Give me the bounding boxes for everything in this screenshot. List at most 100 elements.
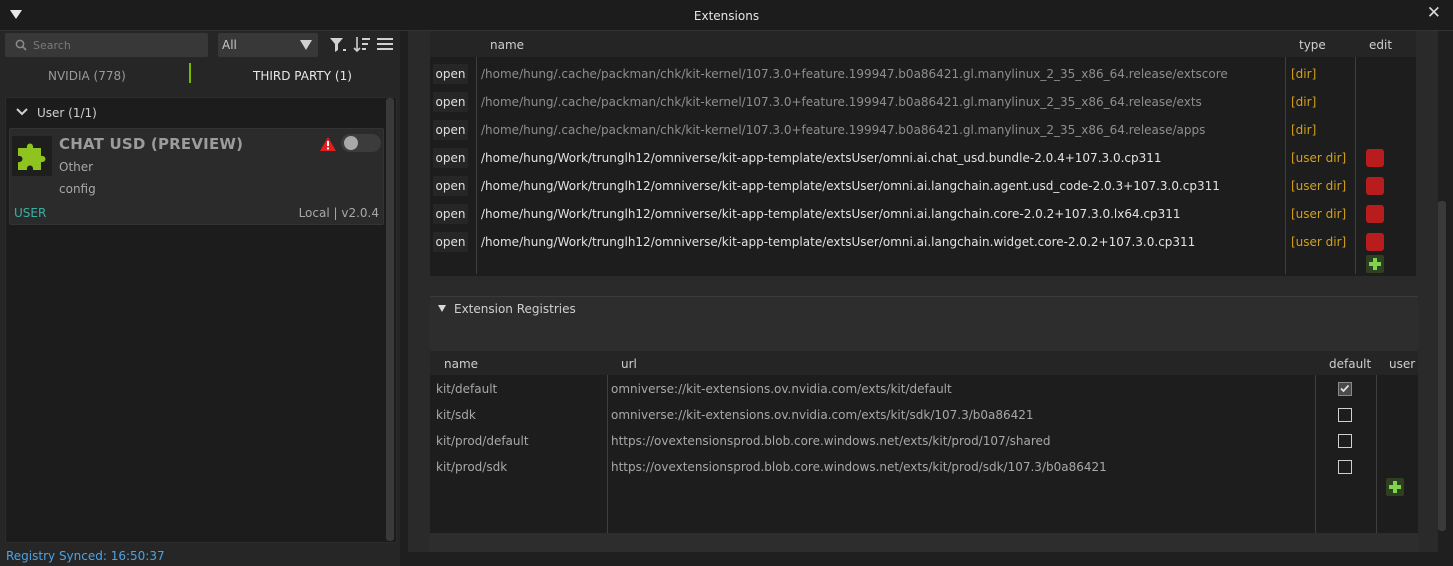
col-url: url — [621, 357, 637, 371]
add-path-button[interactable] — [1366, 255, 1384, 273]
extension-registries-section: Extension Registries name url default us… — [430, 296, 1418, 552]
default-checkbox[interactable] — [1338, 408, 1352, 422]
settings-scrollbar[interactable] — [1438, 201, 1446, 531]
col-type: type — [1299, 38, 1326, 52]
path-text: /home/hung/Work/trunglh12/omniverse/kit-… — [481, 179, 1220, 193]
extension-list-scrollbar[interactable] — [386, 98, 394, 541]
path-text: /home/hung/Work/trunglh12/omniverse/kit-… — [481, 151, 1162, 165]
window-title: Extensions — [693, 9, 760, 23]
registry-row: kit/sdk omniverse://kit-extensions.ov.nvi… — [430, 403, 1418, 429]
extension-category: Other — [59, 160, 94, 174]
paths-table-header: name type edit — [430, 31, 1416, 57]
sort-icon[interactable] — [353, 36, 371, 54]
default-checkbox[interactable] — [1338, 460, 1352, 474]
path-type: [dir] — [1291, 95, 1317, 109]
registry-url: omniverse://kit-extensions.ov.nvidia.com… — [611, 382, 952, 396]
path-text: /home/hung/.cache/packman/chk/kit-kernel… — [481, 123, 1206, 137]
extension-subtitle: config — [59, 182, 96, 196]
path-type: [dir] — [1291, 123, 1317, 137]
registry-name: kit/sdk — [436, 408, 476, 422]
extension-card[interactable]: CHAT USD (PREVIEW) Other config USER Loc… — [9, 128, 384, 225]
open-path-button[interactable]: open — [433, 120, 468, 140]
group-header-user[interactable]: User (1/1) — [10, 101, 384, 125]
collapse-triangle-icon[interactable] — [438, 305, 446, 312]
open-path-button[interactable]: open — [433, 148, 468, 168]
open-path-button[interactable]: open — [433, 232, 468, 252]
source-tabs: NVIDIA (778) THIRD PARTY (1) — [0, 61, 400, 89]
puzzle-icon — [18, 143, 46, 170]
tab-third-party[interactable]: THIRD PARTY (1) — [253, 69, 352, 83]
group-label: User (1/1) — [37, 106, 97, 120]
enable-toggle[interactable] — [341, 134, 381, 152]
registry-url: omniverse://kit-extensions.ov.nvidia.com… — [611, 408, 1034, 422]
registry-row: kit/prod/default https://ovextensionsprod… — [430, 429, 1418, 455]
path-text: /home/hung/Work/trunglh12/omniverse/kit-… — [481, 235, 1196, 249]
path-row: open/home/hung/Work/trunglh12/omniverse/… — [430, 172, 1416, 200]
col-edit: edit — [1369, 38, 1393, 52]
section-title: Extension Registries — [454, 302, 576, 316]
registries-table: name url default user kit/default omniver… — [430, 351, 1418, 533]
path-text: /home/hung/Work/trunglh12/omniverse/kit-… — [481, 207, 1181, 221]
open-path-button[interactable]: open — [433, 64, 468, 84]
search-box[interactable] — [5, 33, 208, 57]
remove-path-button[interactable] — [1366, 205, 1384, 223]
remove-path-button[interactable] — [1366, 233, 1384, 251]
col-user: user — [1389, 357, 1416, 371]
default-checkbox[interactable] — [1338, 434, 1352, 448]
path-text: /home/hung/.cache/packman/chk/kit-kernel… — [481, 95, 1202, 109]
path-type: [user dir] — [1291, 151, 1347, 165]
registry-row: kit/prod/sdk https://ovextensionsprod.blo… — [430, 455, 1418, 481]
tab-nvidia[interactable]: NVIDIA (778) — [48, 69, 126, 83]
extension-search-paths-table: name type edit open/home/hung/.cache/pac… — [430, 31, 1416, 276]
search-input[interactable] — [33, 36, 203, 54]
tab-divider — [189, 63, 191, 83]
col-name: name — [444, 357, 479, 371]
path-row: open/home/hung/.cache/packman/chk/kit-ke… — [430, 116, 1416, 144]
remove-path-button[interactable] — [1366, 177, 1384, 195]
path-row: open/home/hung/.cache/packman/chk/kit-ke… — [430, 88, 1416, 116]
path-row: open/home/hung/Work/trunglh12/omniverse/… — [430, 144, 1416, 172]
filter-icon[interactable] — [329, 36, 347, 54]
path-row: open/home/hung/.cache/packman/chk/kit-ke… — [430, 60, 1416, 88]
registries-table-header: name url default user — [430, 351, 1418, 375]
registry-url: https://ovextensionsprod.blob.core.windo… — [611, 460, 1107, 474]
extension-settings-panel: name type edit open/home/hung/.cache/pac… — [408, 31, 1446, 552]
extension-list: User (1/1) CHAT USD (PREVIEW) Other conf… — [5, 97, 397, 543]
check-icon — [1340, 384, 1350, 393]
path-type: [dir] — [1291, 67, 1317, 81]
menu-list-icon[interactable] — [377, 37, 393, 51]
col-name: name — [490, 38, 525, 52]
registry-name: kit/prod/default — [436, 434, 529, 448]
extension-version: Local | v2.0.4 — [298, 206, 379, 220]
col-default: default — [1329, 357, 1372, 371]
filter-dropdown[interactable]: All — [218, 33, 318, 57]
open-path-button[interactable]: open — [433, 204, 468, 224]
path-type: [user dir] — [1291, 179, 1347, 193]
extension-name: CHAT USD (PREVIEW) — [59, 135, 244, 153]
path-row: open/home/hung/Work/trunglh12/omniverse/… — [430, 228, 1416, 256]
remove-path-button[interactable] — [1366, 149, 1384, 167]
close-icon[interactable]: ✕ — [1427, 5, 1441, 22]
registry-name: kit/prod/sdk — [436, 460, 508, 474]
registry-url: https://ovextensionsprod.blob.core.windo… — [611, 434, 1051, 448]
dropdown-arrow-icon — [300, 40, 312, 50]
open-path-button[interactable]: open — [433, 176, 468, 196]
path-type: [user dir] — [1291, 207, 1347, 221]
toggle-knob — [344, 136, 358, 150]
chevron-down-icon — [16, 108, 28, 116]
filter-dropdown-value: All — [222, 38, 237, 52]
window-titlebar: Extensions ✕ — [0, 0, 1453, 31]
registry-status: Registry Synced: 16:50:37 — [6, 549, 165, 563]
open-path-button[interactable]: open — [433, 92, 468, 112]
path-text: /home/hung/.cache/packman/chk/kit-kernel… — [481, 67, 1228, 81]
registry-name: kit/default — [436, 382, 498, 396]
warning-icon — [320, 137, 336, 151]
path-row: open/home/hung/Work/trunglh12/omniverse/… — [430, 200, 1416, 228]
extensions-browser-panel: All NVIDIA (778) THIRD PARTY (1) User (1… — [0, 31, 400, 566]
add-registry-button[interactable] — [1386, 478, 1404, 496]
extension-icon — [12, 136, 52, 176]
search-icon — [15, 39, 27, 51]
default-checkbox[interactable] — [1338, 382, 1352, 396]
extension-source: USER — [14, 206, 47, 220]
path-type: [user dir] — [1291, 235, 1347, 249]
